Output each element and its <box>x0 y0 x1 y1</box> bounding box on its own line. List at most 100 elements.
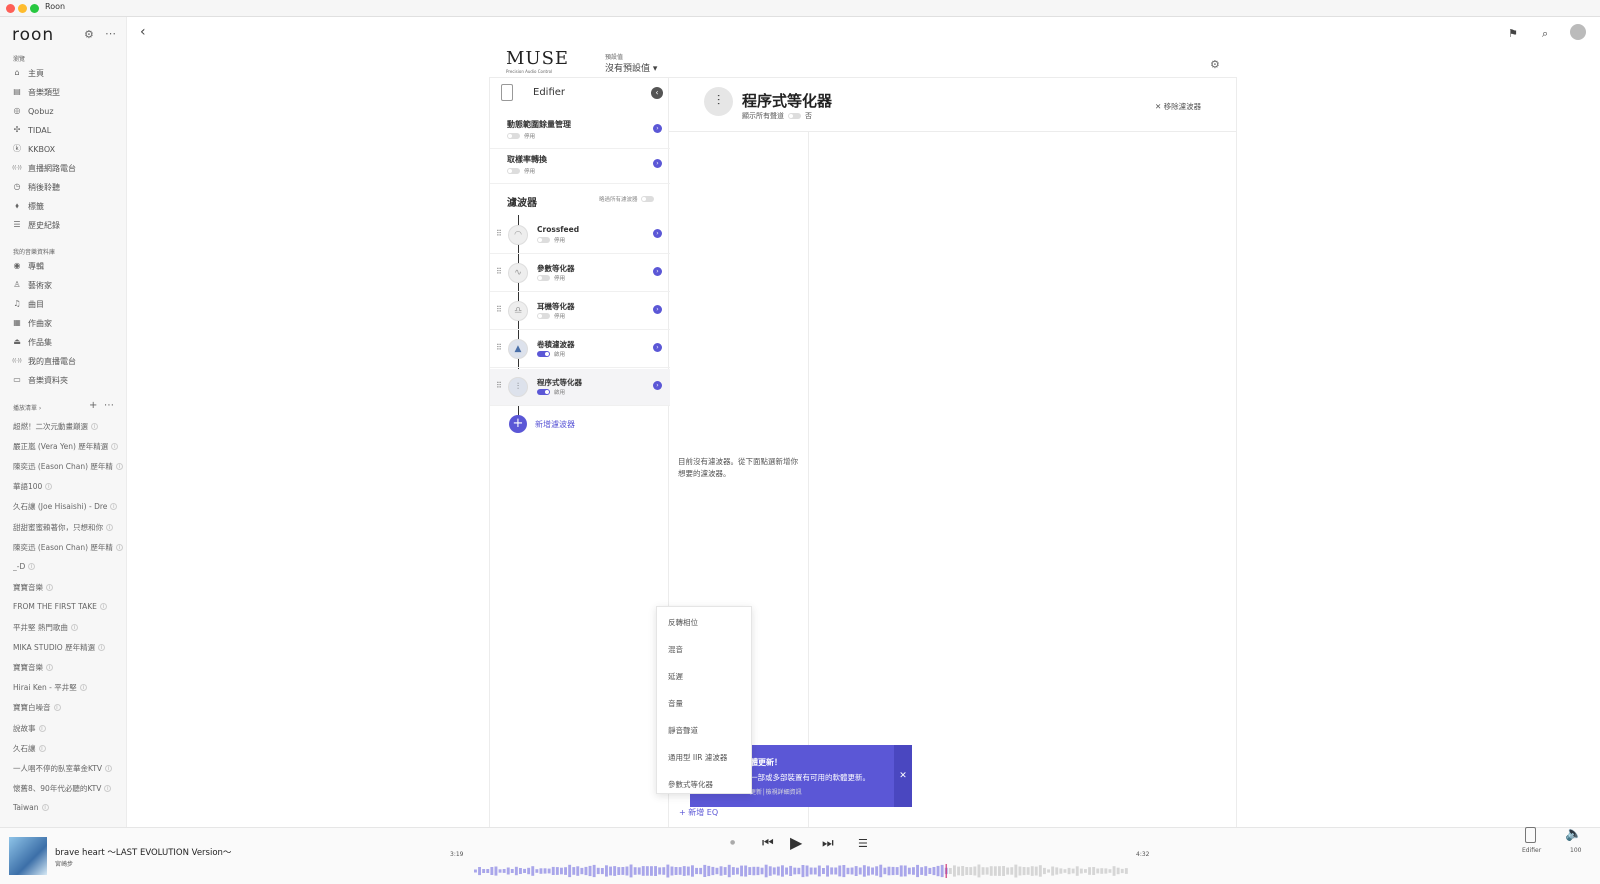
chevron-right-icon[interactable]: › <box>653 305 662 314</box>
toast-close-button[interactable]: ✕ <box>894 745 912 807</box>
playlist-more-icon[interactable]: ⋯ <box>104 400 114 411</box>
toggle-switch[interactable] <box>537 313 550 319</box>
playlist-item[interactable]: 久石讓 (Joe Hisaishi) - Dre i <box>13 501 118 512</box>
filter-toggle[interactable]: 停用 <box>537 274 565 282</box>
menu-item[interactable]: 反轉相位 <box>668 617 698 628</box>
sidebar-item-artist[interactable]: ♙ 藝術家 <box>12 279 52 291</box>
sidebar-item-track[interactable]: ♫ 曲目 <box>12 298 44 310</box>
sidebar-item-album[interactable]: ◉ 專輯 <box>12 260 45 272</box>
playlist-item[interactable]: FROM THE FIRST TAKE i <box>13 602 107 611</box>
chevron-right-icon[interactable]: › <box>653 267 662 276</box>
playlist-item[interactable]: 華語100 i <box>13 481 53 492</box>
menu-item[interactable]: 通用型 IIR 濾波器 <box>668 752 727 763</box>
playlist-item[interactable]: 陳奕迅 (Eason Chan) 歷年精 i <box>13 461 123 472</box>
remove-filter-button[interactable]: ✕ 移除濾波器 <box>1155 101 1201 112</box>
collapse-button[interactable]: ‹ <box>651 87 663 99</box>
sidebar-item-kkbox[interactable]: ⓚ KKBOX <box>12 143 55 155</box>
zone-name[interactable]: Edifier <box>1522 847 1541 854</box>
dsp-row[interactable]: 動態範圍餘量管理 停用 › <box>490 112 670 149</box>
dsp-row[interactable]: 取樣率轉換 停用 › <box>490 147 670 184</box>
chevron-right-icon[interactable]: › <box>653 381 662 390</box>
filter-row[interactable]: ⠿ ∿ 參數等化器 停用 › <box>490 255 670 292</box>
dsp-row-toggle[interactable]: 停用 <box>507 167 535 175</box>
bookmark-icon[interactable]: ⚑ <box>1508 27 1518 40</box>
back-icon[interactable]: ‹ <box>140 24 146 40</box>
sidebar-item-radio[interactable]: ((·)) 直播網路電台 <box>12 162 76 174</box>
playlist-item[interactable]: _-D i <box>13 562 36 571</box>
chevron-right-icon[interactable]: › <box>653 229 662 238</box>
maximize-window-button[interactable] <box>30 4 39 13</box>
filter-row[interactable]: ⠿ ▲ 卷積濾波器 啟用 › <box>490 331 670 368</box>
play-icon[interactable]: ▶ <box>790 833 802 852</box>
playlist-item[interactable]: Hirai Ken - 平井堅 i <box>13 682 87 693</box>
playlist-item[interactable]: 寶寶白噪音 i <box>13 702 61 713</box>
next-icon[interactable]: ⏭ <box>822 836 834 851</box>
album-art[interactable] <box>9 837 47 875</box>
sidebar-item-composer[interactable]: ▦ 作曲家 <box>12 317 52 329</box>
playlist-item[interactable]: 寶寶音樂 i <box>13 582 53 593</box>
playlist-item[interactable]: 嚴正嵐 (Vera Yen) 歷年精選 i <box>13 441 119 452</box>
minimize-window-button[interactable] <box>18 4 27 13</box>
playlist-item[interactable]: 一人唱不停的臥室華金KTV i <box>13 763 113 774</box>
muse-settings-icon[interactable]: ⚙ <box>1210 58 1220 71</box>
menu-item[interactable]: 延遲 <box>668 671 683 682</box>
playlist-item[interactable]: Taiwan i <box>13 803 49 812</box>
drag-handle-icon[interactable]: ⠿ <box>496 229 502 238</box>
sidebar-item-genre[interactable]: ▤ 音樂類型 <box>12 86 60 98</box>
radio-icon-small[interactable]: ● <box>730 839 735 846</box>
chevron-right-icon[interactable]: › <box>653 343 662 352</box>
menu-item[interactable]: 混音 <box>668 644 683 655</box>
sidebar-item-folder[interactable]: ▭ 音樂資料夾 <box>12 374 68 386</box>
volume-level[interactable]: 100 <box>1570 847 1581 854</box>
playlist-item[interactable]: 懷舊8、90年代必聽的KTV i <box>13 783 112 794</box>
playlist-item[interactable]: MIKA STUDIO 歷年精選 i <box>13 642 106 653</box>
sidebar-item-composition[interactable]: ⏏ 作品集 <box>12 336 52 348</box>
waveform-seekbar[interactable] <box>474 864 1129 878</box>
playlist-item[interactable]: 久石讓 i <box>13 743 46 754</box>
drag-handle-icon[interactable]: ⠿ <box>496 305 502 314</box>
avatar[interactable] <box>1570 24 1586 40</box>
toggle-switch[interactable] <box>507 168 520 174</box>
toggle-switch[interactable] <box>537 389 550 395</box>
add-filter-icon[interactable]: + <box>509 415 527 433</box>
sidebar-item-history[interactable]: ☰ 歷史紀錄 <box>12 219 60 231</box>
chevron-right-icon[interactable]: › <box>653 159 662 168</box>
drag-handle-icon[interactable]: ⠿ <box>496 381 502 390</box>
filter-toggle[interactable]: 停用 <box>537 236 565 244</box>
playlist-item[interactable]: 甜甜蜜蜜賴著你，只想和你 i <box>13 522 113 533</box>
sidebar-item-home[interactable]: ⌂ 主頁 <box>12 67 44 79</box>
sidebar-item-tidal[interactable]: ✣ TIDAL <box>12 124 52 136</box>
sidebar-item-qobuz[interactable]: ◎ Qobuz <box>12 105 54 117</box>
toggle-switch[interactable] <box>537 351 550 357</box>
zone-speaker-icon[interactable] <box>1525 827 1536 843</box>
sidebar-item-tag[interactable]: ⬧ 標籤 <box>12 200 44 212</box>
add-filter-button[interactable]: 新增濾波器 <box>535 419 575 430</box>
close-window-button[interactable] <box>6 4 15 13</box>
filter-row[interactable]: ⠿ ◠ Crossfeed 停用 › <box>490 217 670 254</box>
filter-toggle[interactable]: 啟用 <box>537 388 565 396</box>
menu-item[interactable]: 靜音聲道 <box>668 725 698 736</box>
previous-icon[interactable]: ⏮ <box>762 836 774 851</box>
menu-item[interactable]: 音量 <box>668 698 683 709</box>
menu-item[interactable]: 參數式等化器 <box>668 779 713 790</box>
playhead[interactable] <box>945 864 947 878</box>
search-icon[interactable]: ⌕ <box>1542 27 1548 41</box>
toast-link[interactable]: 更新│檢視詳細資訊 <box>750 787 802 796</box>
toggle-switch[interactable] <box>507 133 520 139</box>
toggle-switch[interactable] <box>537 237 550 243</box>
filter-row[interactable]: ⠿ ♎ 耳機等化器 停用 › <box>490 293 670 330</box>
bypass-all-toggle[interactable]: 略過所有濾波器 <box>599 195 654 203</box>
playlist-item[interactable]: 超燃！二次元動畫巔選 i <box>13 421 98 432</box>
drag-handle-icon[interactable]: ⠿ <box>496 267 502 276</box>
queue-icon[interactable]: ☰ <box>858 837 868 850</box>
volume-icon[interactable]: 🔈 <box>1565 826 1582 842</box>
toggle-switch[interactable] <box>537 275 550 281</box>
show-channels-toggle[interactable]: 顯示所有聲道否 <box>742 111 812 121</box>
filter-toggle[interactable]: 停用 <box>537 312 565 320</box>
add-playlist-icon[interactable]: + <box>89 400 97 411</box>
playlist-item[interactable]: 說故事 i <box>13 723 46 734</box>
filter-row[interactable]: ⠿ ⫶ 程序式等化器 啟用 › <box>490 369 670 406</box>
track-title[interactable]: brave heart 〜LAST EVOLUTION Version〜 <box>55 846 231 858</box>
playlist-item[interactable]: 平井堅 熱門歌曲 i <box>13 622 78 633</box>
playlist-item[interactable]: 陳奕迅 (Eason Chan) 歷年精 i <box>13 542 123 553</box>
